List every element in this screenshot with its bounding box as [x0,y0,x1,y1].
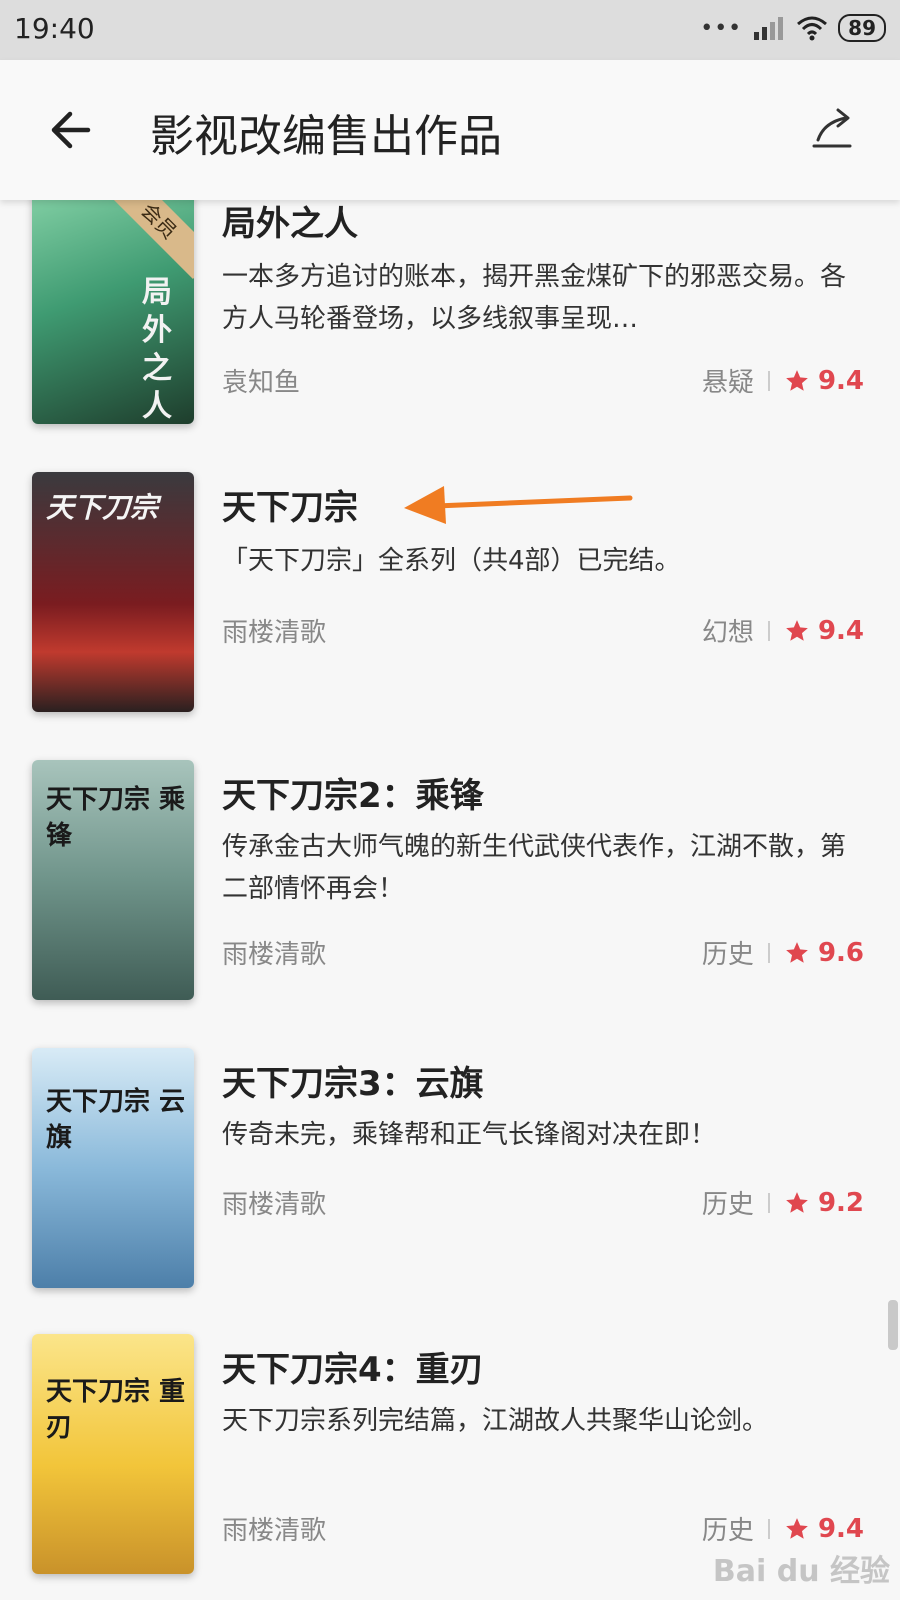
share-icon[interactable] [808,104,856,152]
book-score: 9.4 [817,365,864,396]
divider [767,370,770,391]
book-cover[interactable]: 会员 局外之人 [32,200,194,424]
divider [767,1518,770,1539]
book-genre: 历史 [701,1190,754,1220]
book-title: 天下刀宗 [222,488,358,528]
page-title: 影视改编售出作品 [150,111,502,162]
book-meta: 幻想 9.4 [702,612,864,649]
cover-title: 天下刀宗 [46,491,159,524]
member-badge: 会员 [101,200,194,279]
battery-indicator: 89 [838,14,886,42]
book-score: 9.4 [817,615,864,646]
book-meta: 历史 9.2 [702,1184,864,1221]
app-bar: 影视改编售出作品 [0,60,900,200]
star-icon [786,1191,808,1213]
book-description: 传承金古大师气魄的新生代武侠代表作，江湖不散，第二部情怀再会！ [222,832,847,904]
book-title: 天下刀宗3：云旗 [222,1064,484,1104]
book-score: 9.6 [817,937,864,968]
book-author: 雨楼清歌 [222,618,327,648]
book-cover[interactable]: 天下刀宗 [32,472,194,712]
book-meta: 历史 9.4 [702,1510,864,1547]
book-title: 局外之人 [222,204,358,244]
status-time: 19:40 [14,12,95,45]
star-icon [786,941,808,963]
signal-icon [754,17,784,40]
annotation-arrow-icon [404,486,633,524]
book-description: 天下刀宗系列完结篇，江湖故人共聚华山论剑。 [222,1406,769,1436]
star-icon [786,619,808,641]
divider [767,1192,770,1213]
book-author: 雨楼清歌 [222,1190,327,1220]
cover-title: 天下刀宗 重刃 [46,1377,186,1443]
divider [767,942,770,963]
divider [767,620,770,641]
cover-title: 天下刀宗 云旗 [46,1087,186,1153]
status-icons: ••• 89 [700,14,886,42]
book-author: 袁知鱼 [222,368,301,398]
book-list: 会员 局外之人 局外之人 一本多方追讨的账本，揭开黑金煤矿下的邪恶交易。各方人马… [0,200,900,1600]
scrollbar[interactable] [888,1300,898,1350]
book-genre: 悬疑 [701,368,754,398]
book-meta: 历史 9.6 [702,934,864,971]
book-genre: 历史 [701,940,754,970]
book-genre: 历史 [701,1516,754,1546]
book-description: 「天下刀宗」全系列（共4部）已完结。 [222,546,681,576]
book-title: 天下刀宗2：乘锋 [222,776,484,816]
book-author: 雨楼清歌 [222,940,327,970]
watermark: Bai du 经验 [712,1554,890,1589]
book-description: 一本多方追讨的账本，揭开黑金煤矿下的邪恶交易。各方人马轮番登场，以多线叙事呈现… [222,262,847,334]
more-dots-icon: ••• [700,15,743,41]
book-meta: 悬疑 9.4 [702,362,864,399]
cover-title: 天下刀宗 乘锋 [46,785,186,851]
book-cover[interactable]: 天下刀宗 乘锋 [32,760,194,1000]
star-icon [786,369,808,391]
status-bar: 19:40 ••• 89 [0,0,900,60]
book-score: 9.2 [817,1187,864,1218]
book-title: 天下刀宗4：重刃 [222,1350,484,1390]
book-author: 雨楼清歌 [222,1516,327,1546]
cover-title: 局外之人 [142,275,172,424]
book-cover[interactable]: 天下刀宗 重刃 [32,1334,194,1574]
wifi-icon [797,16,828,41]
book-score: 9.4 [817,1513,864,1544]
book-genre: 幻想 [701,618,754,648]
book-description: 传奇未完，乘锋帮和正气长锋阁对决在即！ [222,1120,717,1150]
back-arrow-icon[interactable] [44,102,100,158]
book-cover[interactable]: 天下刀宗 云旗 [32,1048,194,1288]
star-icon [786,1517,808,1539]
